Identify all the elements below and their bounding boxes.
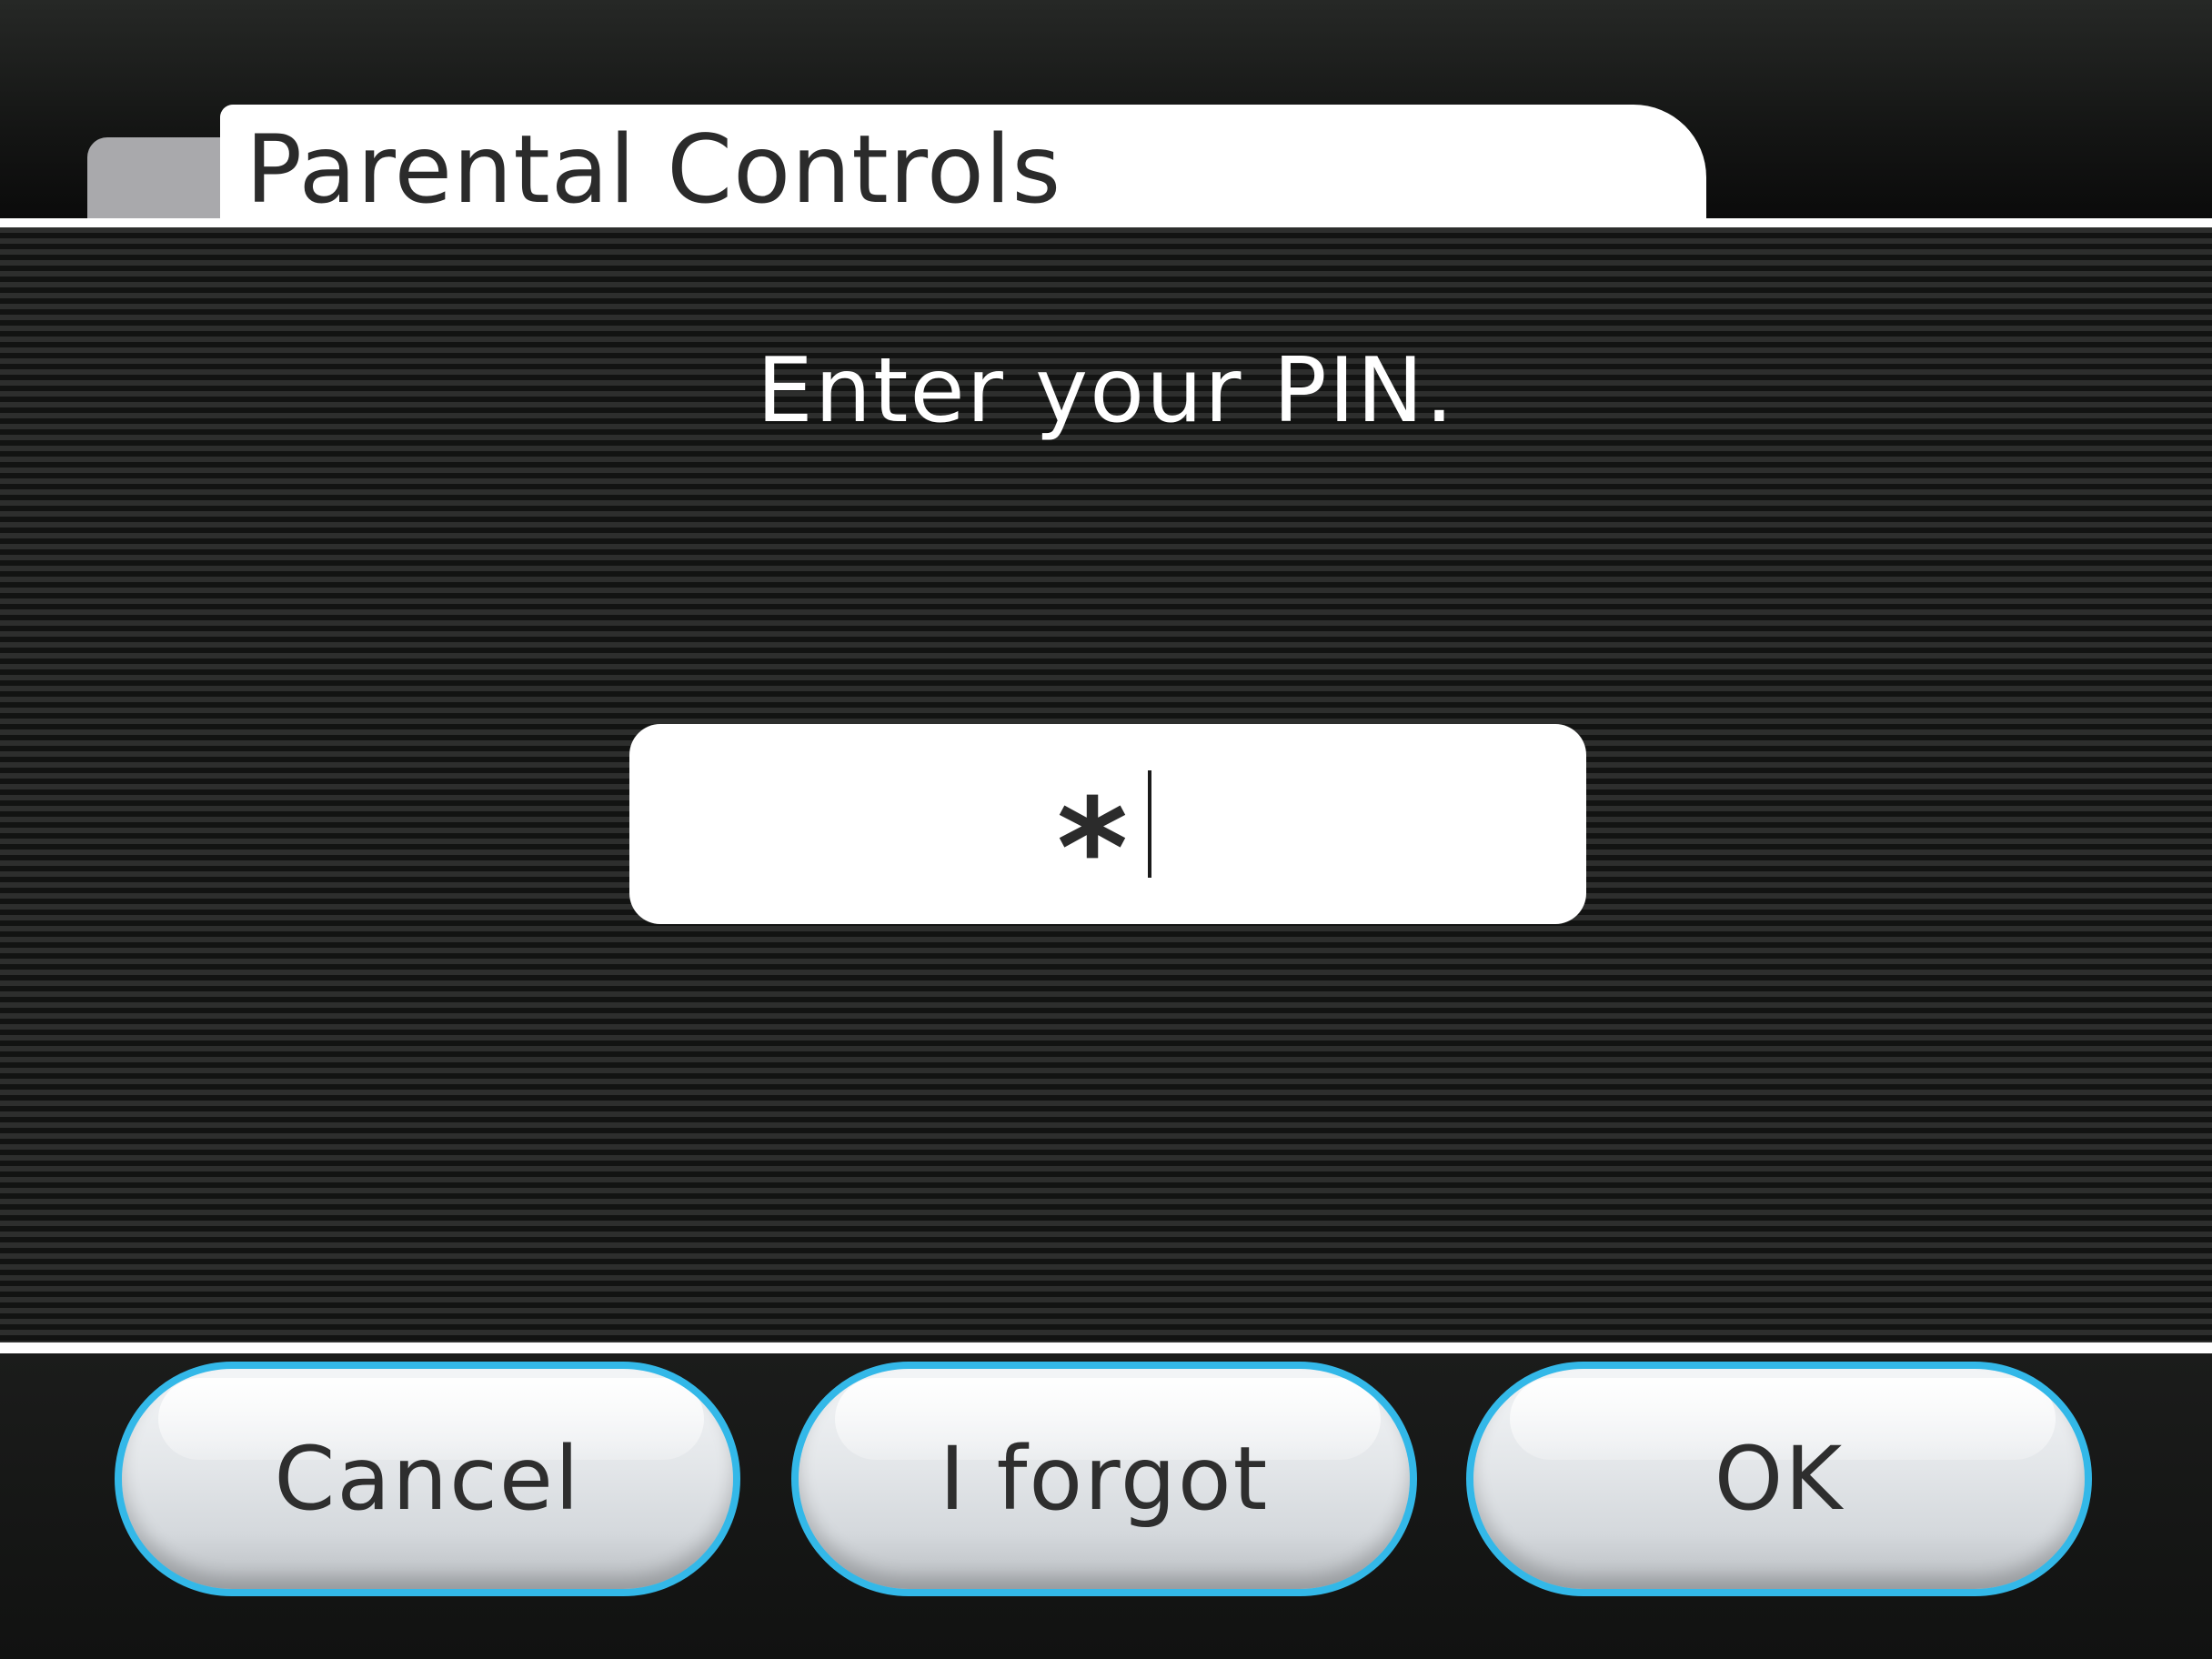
pin-prompt: Enter your PIN. bbox=[756, 339, 1456, 443]
ok-button[interactable]: OK bbox=[1466, 1362, 2092, 1596]
forgot-pin-button-label: I forgot bbox=[939, 1428, 1270, 1530]
back-tab bbox=[87, 137, 233, 228]
page-title: Parental Controls bbox=[246, 116, 1062, 225]
pin-input-value[interactable]: * bbox=[629, 724, 1586, 924]
title-tab: Parental Controls bbox=[220, 105, 1706, 228]
pin-input[interactable]: * bbox=[629, 724, 1586, 924]
cancel-button[interactable]: Cancel bbox=[115, 1362, 740, 1596]
top-divider bbox=[0, 218, 2212, 227]
ok-button-label: OK bbox=[1714, 1428, 1845, 1530]
bottom-divider bbox=[0, 1342, 2212, 1353]
parental-controls-screen: Parental Controls Enter your PIN. * Canc… bbox=[0, 0, 2212, 1659]
forgot-pin-button[interactable]: I forgot bbox=[791, 1362, 1417, 1596]
cancel-button-label: Cancel bbox=[274, 1428, 581, 1530]
top-bar: Parental Controls bbox=[0, 0, 2212, 228]
pin-mask-char: * bbox=[1056, 770, 1129, 929]
text-cursor bbox=[1148, 770, 1152, 878]
